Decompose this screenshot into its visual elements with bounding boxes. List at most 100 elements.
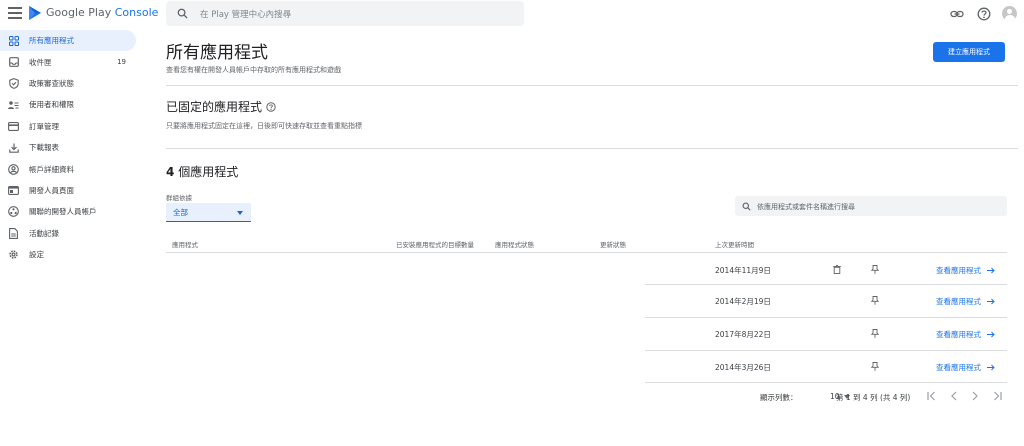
app-search-placeholder: 依應用程式或套件名稱進行搜尋 <box>757 203 855 211</box>
last-page-icon[interactable] <box>991 390 1003 402</box>
view-app-link[interactable]: 查看應用程式 <box>936 362 995 373</box>
sidebar-item-label: 下載報表 <box>29 143 59 153</box>
shield-check-icon <box>8 77 19 89</box>
sidebar-item-users-permissions[interactable]: 使用者和權限 <box>0 94 136 115</box>
search-icon <box>742 202 751 211</box>
row-last-updated: 2017年8月22日 <box>715 330 771 339</box>
arrow-forward-icon <box>987 364 995 371</box>
sidebar-item-linked-developer-accounts[interactable]: 關聯的開發人員帳戶 <box>0 201 136 222</box>
view-app-label: 查看應用程式 <box>936 330 981 339</box>
sidebar-item-label: 關聯的開發人員帳戶 <box>29 207 97 217</box>
sidebar-item-all-apps[interactable]: 所有應用程式 <box>0 30 136 52</box>
pin-icon[interactable] <box>871 265 879 274</box>
page-subtitle: 查看您有權在開發人員帳戶中存取的所有應用程式和遊戲 <box>166 66 341 74</box>
sidebar-item-label: 開發人員頁面 <box>29 185 74 195</box>
help-icon[interactable] <box>977 7 991 21</box>
group-by-label: 群組依據 <box>166 194 192 202</box>
account-circle-icon <box>8 163 19 175</box>
sidebar-nav: 所有應用程式 收件匣 19 政策審查狀態 使用者和權限 訂單管理 下載報表 帳戶… <box>0 30 136 265</box>
chevron-down-icon <box>237 211 243 215</box>
sidebar-item-account-details[interactable]: 帳戶詳細資料 <box>0 158 136 179</box>
apps-count-label: 個應用程式 <box>178 165 239 179</box>
sidebar-item-label: 收件匣 <box>29 57 52 67</box>
view-app-link[interactable]: 查看應用程式 <box>936 296 995 307</box>
next-page-icon[interactable] <box>969 390 981 402</box>
sidebar-item-label: 使用者和權限 <box>29 100 74 110</box>
menu-icon[interactable] <box>8 7 22 19</box>
sidebar-item-settings[interactable]: 設定 <box>0 244 136 265</box>
page-title: 所有應用程式 <box>166 43 268 63</box>
column-header-installs[interactable]: 已安裝應用程式的目標數量 <box>396 239 474 249</box>
delete-icon[interactable] <box>833 265 841 274</box>
help-icon[interactable] <box>266 101 276 112</box>
apps-count-number: 4 <box>166 165 175 179</box>
sidebar-item-label: 帳戶詳細資料 <box>29 164 74 174</box>
row-last-updated: 2014年11月9日 <box>715 266 771 275</box>
inbox-icon <box>8 57 19 68</box>
search-placeholder: 在 Play 管理中心內搜尋 <box>200 10 292 20</box>
view-app-label: 查看應用程式 <box>936 266 981 275</box>
group-by-value: 全部 <box>173 207 188 217</box>
table-header-divider <box>166 252 1007 253</box>
view-app-link[interactable]: 查看應用程式 <box>936 329 995 340</box>
arrow-forward-icon <box>987 331 995 338</box>
sidebar-item-label: 所有應用程式 <box>29 36 74 46</box>
credit-card-icon <box>8 121 19 132</box>
divider <box>166 148 1018 149</box>
google-play-console-logo[interactable] <box>28 5 42 21</box>
divider <box>166 85 1018 86</box>
apps-grid-icon <box>8 35 19 46</box>
pin-icon[interactable] <box>871 362 879 371</box>
arrow-forward-icon <box>987 298 995 305</box>
previous-page-icon[interactable] <box>948 390 960 402</box>
users-icon <box>8 99 19 110</box>
sidebar-item-label: 政策審查狀態 <box>29 78 74 88</box>
column-header-app[interactable]: 應用程式 <box>172 239 198 249</box>
download-icon <box>8 142 19 153</box>
sidebar-item-download-reports[interactable]: 下載報表 <box>0 137 136 158</box>
search-icon <box>177 8 188 19</box>
console-search-input[interactable]: 在 Play 管理中心內搜尋 <box>166 1 524 26</box>
sidebar-item-order-management[interactable]: 訂單管理 <box>0 116 136 137</box>
document-icon <box>8 227 19 239</box>
column-header-last-updated[interactable]: 上次更新時間 <box>715 239 754 249</box>
link-icon[interactable] <box>950 7 964 21</box>
sidebar-item-developer-page[interactable]: 開發人員頁面 <box>0 180 136 201</box>
create-app-button[interactable]: 建立應用程式 <box>933 42 1005 62</box>
group-by-select[interactable]: 全部 <box>166 203 251 222</box>
first-page-icon[interactable] <box>926 390 938 402</box>
row-divider <box>645 317 1007 318</box>
inbox-count-badge: 19 <box>117 58 126 67</box>
arrow-forward-icon <box>987 267 995 274</box>
column-header-update-status[interactable]: 更新狀態 <box>600 239 626 249</box>
account-avatar[interactable] <box>1002 6 1017 21</box>
pinned-apps-heading: 已固定的應用程式 <box>166 98 276 115</box>
sidebar-item-activity-log[interactable]: 活動記錄 <box>0 223 136 244</box>
app-search-input[interactable]: 依應用程式或套件名稱進行搜尋 <box>735 196 1007 216</box>
row-divider <box>645 382 1007 383</box>
row-divider <box>645 350 1007 351</box>
sidebar-item-inbox[interactable]: 收件匣 19 <box>0 51 136 72</box>
linked-accounts-icon <box>8 206 19 218</box>
sidebar-item-label: 設定 <box>29 250 44 260</box>
sidebar-item-label: 活動記錄 <box>29 228 59 238</box>
top-app-bar: Google Play Console 在 Play 管理中心內搜尋 <box>0 0 1024 28</box>
brand-name[interactable]: Google Play Console <box>46 6 158 19</box>
row-divider <box>645 284 1007 285</box>
brand-console: Console <box>114 6 159 19</box>
pin-icon[interactable] <box>871 329 879 338</box>
row-last-updated: 2014年3月26日 <box>715 363 771 372</box>
settings-gear-icon <box>8 249 19 260</box>
brand-google-play: Google Play <box>46 6 112 19</box>
pin-icon[interactable] <box>871 296 879 305</box>
column-header-app-status[interactable]: 應用程式狀態 <box>495 239 534 249</box>
view-app-label: 查看應用程式 <box>936 297 981 306</box>
apps-count-heading: 4 個應用程式 <box>166 163 238 180</box>
pinned-apps-title: 已固定的應用程式 <box>166 100 263 114</box>
view-app-link[interactable]: 查看應用程式 <box>936 265 995 276</box>
pinned-apps-subtitle: 只要將應用程式固定在這裡，日後即可快速存取並查看重點指標 <box>166 122 362 130</box>
sidebar-item-policy-status[interactable]: 政策審查狀態 <box>0 73 136 94</box>
web-page-icon <box>8 185 19 196</box>
sidebar-item-label: 訂單管理 <box>29 121 59 131</box>
view-app-label: 查看應用程式 <box>936 363 981 372</box>
